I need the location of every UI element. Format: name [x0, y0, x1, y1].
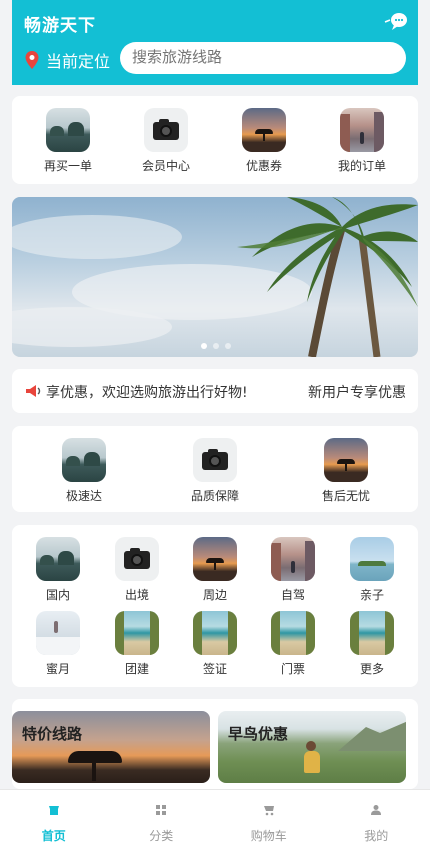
- quick-action-label: 我的订单: [337, 159, 386, 173]
- category-label: 签证: [202, 662, 227, 676]
- sunset-tree-photo-icon: [242, 108, 286, 152]
- quick-action-label: 优惠券: [245, 159, 282, 173]
- user-icon: [371, 805, 382, 815]
- palm-tree-banner-image: [12, 197, 418, 357]
- location-label: 当前定位: [46, 52, 111, 71]
- pagination-dot[interactable]: [225, 343, 231, 349]
- sunset-savanna-image: [12, 711, 210, 783]
- notice-text: 享优惠，欢迎选购旅游出行好物!: [46, 385, 248, 401]
- category-more[interactable]: 更多: [337, 611, 407, 677]
- beach-path-photo-icon: [193, 611, 237, 655]
- service-label: 品质保障: [190, 489, 239, 503]
- sunset-tree-photo-icon: [324, 438, 368, 482]
- camera-photo-icon: [115, 537, 159, 581]
- hero-banner[interactable]: [12, 197, 418, 357]
- quick-actions-card: 再买一单 会员中心 优惠券 我的订单: [12, 96, 418, 184]
- category-nearby[interactable]: 周边: [180, 537, 250, 603]
- lake-photo-icon: [62, 438, 106, 482]
- category-domestic[interactable]: 国内: [23, 537, 93, 603]
- category-label: 更多: [359, 662, 384, 676]
- category-label: 亲子: [359, 588, 384, 602]
- service-after-sales[interactable]: 售后无忧: [311, 438, 381, 504]
- service-label: 极速达: [65, 489, 102, 503]
- category-label: 国内: [45, 588, 70, 602]
- tab-category[interactable]: 分类: [108, 790, 216, 844]
- cart-icon: [263, 806, 274, 816]
- category-family[interactable]: 亲子: [337, 537, 407, 603]
- quick-action-membership[interactable]: 会员中心: [131, 108, 201, 174]
- current-location[interactable]: 当前定位: [24, 48, 110, 72]
- category-label: 蜜月: [45, 662, 70, 676]
- beach-path-photo-icon: [271, 611, 315, 655]
- category-label: 门票: [280, 662, 305, 676]
- camera-photo-icon: [193, 438, 237, 482]
- promo-early-bird[interactable]: 早鸟优惠: [218, 711, 406, 783]
- beach-path-photo-icon: [115, 611, 159, 655]
- promo-label: 特价线路: [22, 725, 83, 743]
- category-label: 出境: [124, 588, 149, 602]
- megaphone-icon: [26, 385, 41, 397]
- category-label: 自驾: [280, 588, 305, 602]
- promo-card: 特价线路 早鸟优惠: [12, 699, 418, 789]
- tab-cart[interactable]: 购物车: [215, 790, 323, 844]
- beach-path-photo-icon: [350, 611, 394, 655]
- city-street-photo-icon: [271, 537, 315, 581]
- home-icon: [48, 806, 59, 815]
- island-photo-icon: [350, 537, 394, 581]
- service-label: 售后无忧: [321, 489, 370, 503]
- promo-special-routes[interactable]: 特价线路: [12, 711, 210, 783]
- lake-photo-icon: [36, 537, 80, 581]
- lake-photo-icon: [46, 108, 90, 152]
- bottom-tab-bar: 首页 分类 购物车 我的: [0, 789, 430, 844]
- search-input[interactable]: [120, 42, 406, 74]
- service-quality-guarantee[interactable]: 品质保障: [180, 438, 250, 504]
- quick-action-rebuy[interactable]: 再买一单: [33, 108, 103, 174]
- category-grid-card: 国内 出境 周边 自驾 亲子 蜜月 团建 签证 门票 更多: [12, 525, 418, 687]
- tab-label: 我的: [364, 829, 389, 843]
- category-team-building[interactable]: 团建: [102, 611, 172, 677]
- tab-label: 购物车: [250, 829, 287, 843]
- new-user-offer-text[interactable]: 新用户专享优惠: [308, 382, 406, 402]
- quick-action-label: 会员中心: [141, 159, 190, 173]
- snow-beach-photo-icon: [36, 611, 80, 655]
- location-pin-icon: [25, 51, 39, 69]
- tab-label: 分类: [149, 829, 174, 843]
- header-bar: 畅游天下 当前定位: [12, 0, 418, 85]
- category-self-drive[interactable]: 自驾: [258, 537, 328, 603]
- banner-pagination: [201, 343, 231, 349]
- category-label: 周边: [202, 588, 227, 602]
- category-honeymoon[interactable]: 蜜月: [23, 611, 93, 677]
- chat-bubble-icon[interactable]: [384, 10, 408, 32]
- service-fast-delivery[interactable]: 极速达: [49, 438, 119, 504]
- category-tickets[interactable]: 门票: [258, 611, 328, 677]
- category-visa[interactable]: 签证: [180, 611, 250, 677]
- quick-action-label: 再买一单: [43, 159, 92, 173]
- pagination-dot[interactable]: [213, 343, 219, 349]
- category-grid-icon: [156, 805, 167, 815]
- quick-action-orders[interactable]: 我的订单: [327, 108, 397, 174]
- tab-label: 首页: [41, 829, 66, 843]
- notice-bar[interactable]: 享优惠，欢迎选购旅游出行好物! 新用户专享优惠: [12, 369, 418, 413]
- promo-label: 早鸟优惠: [228, 725, 289, 743]
- city-street-photo-icon: [340, 108, 384, 152]
- camera-photo-icon: [144, 108, 188, 152]
- tab-home[interactable]: 首页: [0, 790, 108, 844]
- tab-profile[interactable]: 我的: [323, 790, 430, 844]
- category-outbound[interactable]: 出境: [102, 537, 172, 603]
- service-highlights-card: 极速达 品质保障 售后无忧: [12, 426, 418, 512]
- quick-action-coupon[interactable]: 优惠券: [229, 108, 299, 174]
- category-label: 团建: [124, 662, 149, 676]
- app-title: 畅游天下: [24, 16, 96, 36]
- sunset-tree-photo-icon: [193, 537, 237, 581]
- pagination-dot[interactable]: [201, 343, 207, 349]
